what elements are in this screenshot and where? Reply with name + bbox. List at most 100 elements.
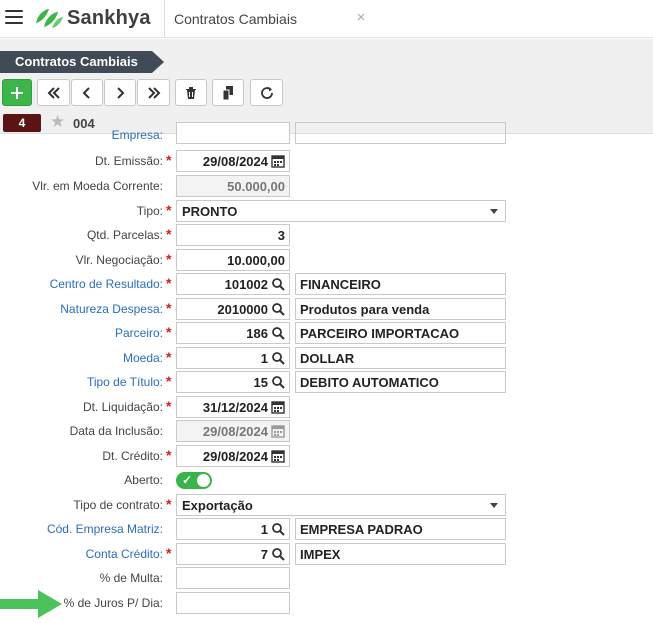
dt-liquidacao-input[interactable]: 31/12/2024	[176, 396, 290, 418]
label-parceiro[interactable]: Parceiro:	[115, 326, 163, 340]
row-tipo-titulo: Tipo de Título: * 15 DEBITO AUTOMATICO	[0, 371, 653, 395]
delete-button[interactable]	[175, 79, 207, 106]
search-icon[interactable]	[271, 375, 285, 389]
duplicate-button[interactable]	[212, 79, 244, 106]
label-vlr-moeda-corrente: Vlr. em Moeda Corrente:	[32, 179, 163, 193]
label-empresa: Empresa:	[111, 128, 163, 142]
label-centro-resultado[interactable]: Centro de Resultado:	[50, 277, 163, 291]
required-marker: *	[166, 324, 172, 340]
calendar-icon[interactable]	[271, 154, 285, 168]
row-cod-empresa-matriz: Cód. Empresa Matriz: 1 EMPRESA PADRAO	[0, 518, 653, 542]
last-record-button[interactable]	[137, 79, 170, 106]
moeda-code-input[interactable]: 1	[176, 347, 290, 369]
hamburger-menu-icon[interactable]	[5, 10, 23, 26]
search-icon[interactable]	[271, 302, 285, 316]
required-marker: *	[166, 398, 172, 414]
row-tipo-contrato: Tipo de contrato: * Exportação	[0, 494, 653, 518]
label-data-inclusao: Data da Inclusão:	[69, 424, 163, 438]
parceiro-desc: PARCEIRO IMPORTACAO	[295, 322, 506, 344]
required-marker: *	[166, 275, 172, 291]
calendar-icon[interactable]	[271, 400, 285, 414]
calendar-icon	[271, 425, 285, 438]
row-centro-resultado: Centro de Resultado: * 101002 FINANCEIRO	[0, 273, 653, 297]
label-tipo-titulo[interactable]: Tipo de Título:	[87, 375, 163, 389]
tab-contratos-cambiais[interactable]: Contratos Cambiais ×	[164, 0, 375, 38]
refresh-button[interactable]	[250, 79, 283, 106]
vlr-moeda-corrente-value: 50.000,00	[227, 178, 285, 194]
conta-credito-code-input[interactable]: 7	[176, 543, 290, 565]
natureza-despesa-code-input[interactable]: 2010000	[176, 298, 290, 320]
label-moeda[interactable]: Moeda:	[123, 351, 163, 365]
row-empresa: Empresa:	[0, 122, 653, 152]
centro-resultado-code-input[interactable]: 101002	[176, 273, 290, 295]
required-marker: *	[166, 447, 172, 463]
row-natureza-despesa: Natureza Despesa: * 2010000 Produtos par…	[0, 298, 653, 322]
next-record-button[interactable]	[104, 79, 136, 106]
cod-empresa-matriz-code-input[interactable]: 1	[176, 518, 290, 540]
aberto-toggle[interactable]: ✓	[176, 472, 212, 489]
tipo-contrato-select[interactable]: Exportação	[176, 494, 506, 516]
centro-resultado-code: 101002	[224, 276, 268, 292]
double-chevron-left-icon	[47, 86, 60, 99]
tab-close-icon[interactable]: ×	[353, 10, 369, 26]
search-icon[interactable]	[271, 522, 285, 536]
dt-credito-input[interactable]: 29/08/2024	[176, 445, 290, 467]
calendar-icon[interactable]	[271, 449, 285, 463]
chevron-right-icon	[117, 86, 125, 99]
check-icon: ✓	[182, 473, 193, 487]
required-marker: *	[166, 545, 172, 561]
empresa-desc-field	[295, 122, 506, 144]
tipo-select[interactable]: PRONTO	[176, 200, 506, 222]
qtd-parcelas-input[interactable]: 3	[176, 224, 290, 246]
chevron-down-icon	[490, 209, 498, 214]
cod-empresa-matriz-code: 1	[260, 521, 268, 537]
tipo-titulo-code-input[interactable]: 15	[176, 371, 290, 393]
cod-empresa-matriz-desc: EMPRESA PADRAO	[295, 518, 506, 540]
label-vlr-negociacao: Vlr. Negociação:	[75, 253, 163, 267]
dt-liquidacao-value: 31/12/2024	[202, 399, 268, 415]
previous-record-button[interactable]	[71, 79, 103, 106]
label-dt-credito: Dt. Crédito:	[102, 449, 163, 463]
required-marker: *	[166, 373, 172, 389]
label-pct-juros-dia: % de Juros P/ Dia:	[63, 596, 163, 610]
search-icon[interactable]	[271, 326, 285, 340]
vlr-negociacao-input[interactable]: 10.000,00	[176, 249, 290, 271]
required-marker: *	[166, 300, 172, 316]
dt-emissao-value: 29/08/2024	[202, 153, 268, 169]
add-button[interactable]	[2, 79, 32, 106]
conta-credito-desc: IMPEX	[295, 543, 506, 565]
label-cod-empresa-matriz[interactable]: Cód. Empresa Matriz:	[47, 522, 163, 536]
label-qtd-parcelas: Qtd. Parcelas:	[86, 228, 163, 242]
label-conta-credito[interactable]: Conta Crédito:	[86, 547, 163, 561]
brand-name: Sankhya	[67, 6, 151, 29]
search-icon[interactable]	[271, 351, 285, 365]
pct-juros-dia-input[interactable]	[176, 592, 290, 614]
tipo-titulo-desc: DEBITO AUTOMATICO	[295, 371, 506, 393]
required-marker: *	[166, 251, 172, 267]
double-chevron-right-icon	[147, 86, 160, 99]
parceiro-code-input[interactable]: 186	[176, 322, 290, 344]
search-icon[interactable]	[271, 277, 285, 291]
label-natureza-despesa[interactable]: Natureza Despesa:	[60, 302, 163, 316]
row-moeda: Moeda: * 1 DOLLAR	[0, 347, 653, 371]
dt-emissao-input[interactable]: 29/08/2024	[176, 150, 290, 172]
top-bar: Sankhya Contratos Cambiais ×	[0, 0, 653, 38]
row-vlr-negociacao: Vlr. Negociação: * 10.000,00	[0, 249, 653, 273]
row-vlr-moeda-corrente: Vlr. em Moeda Corrente: 50.000,00	[0, 175, 653, 199]
label-tipo-contrato: Tipo de contrato:	[73, 498, 163, 512]
first-record-button[interactable]	[37, 79, 70, 106]
row-tipo: Tipo: * PRONTO	[0, 200, 653, 224]
refresh-icon	[260, 86, 273, 99]
search-icon[interactable]	[271, 547, 285, 561]
row-pct-multa: % de Multa:	[0, 567, 653, 591]
conta-credito-code: 7	[260, 546, 268, 562]
tipo-titulo-code: 15	[253, 374, 268, 390]
empresa-code-field[interactable]	[176, 122, 290, 144]
required-marker: *	[166, 152, 172, 168]
pct-multa-input[interactable]	[176, 567, 290, 589]
label-aberto: Aberto:	[124, 473, 163, 487]
required-marker: *	[166, 349, 172, 365]
label-tipo: Tipo:	[136, 204, 163, 218]
row-parceiro: Parceiro: * 186 PARCEIRO IMPORTACAO	[0, 322, 653, 346]
vlr-negociacao-value: 10.000,00	[227, 252, 285, 268]
